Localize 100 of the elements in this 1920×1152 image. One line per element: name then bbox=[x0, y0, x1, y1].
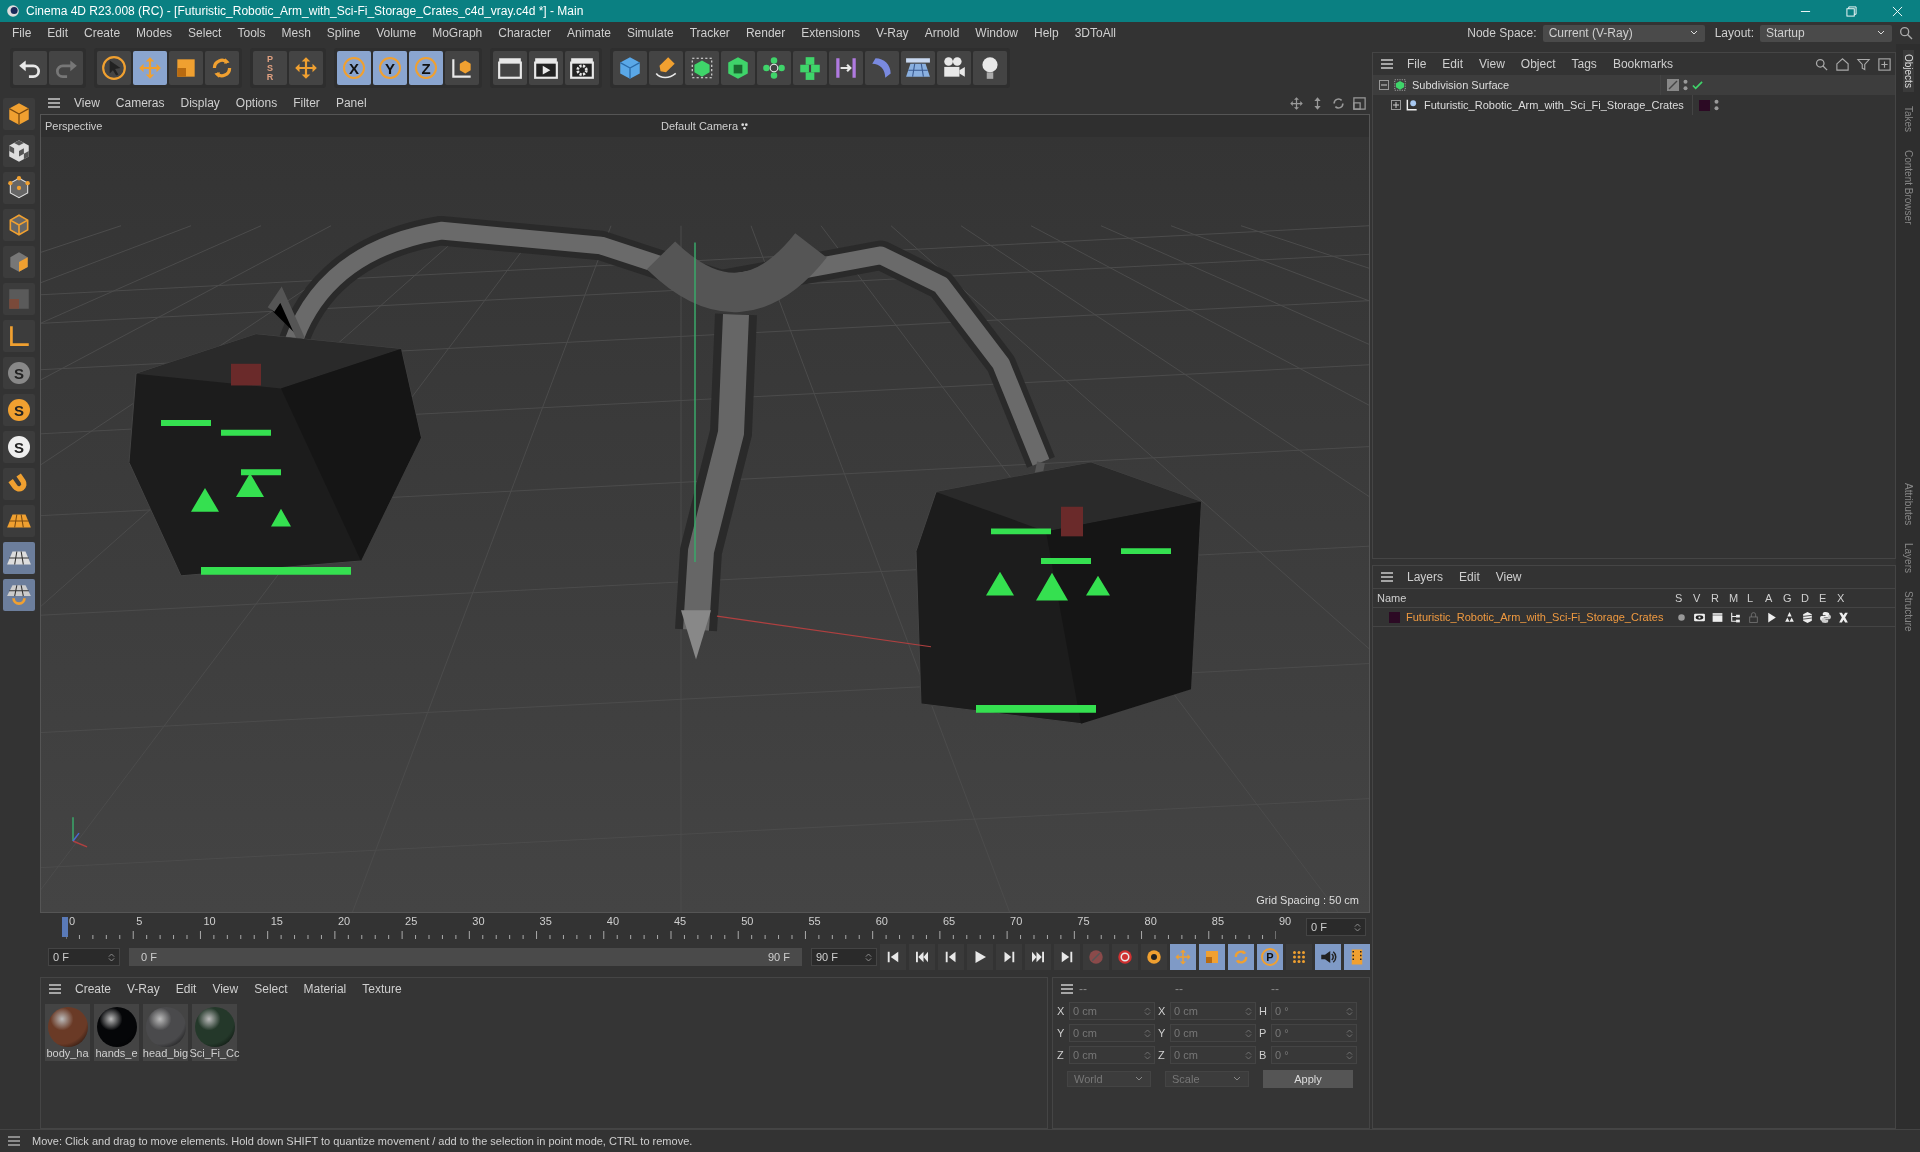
render-view-button[interactable] bbox=[493, 51, 527, 85]
clapper-icon[interactable] bbox=[1711, 610, 1724, 624]
material-menu-item[interactable]: Material bbox=[295, 982, 355, 996]
layers-menu-item[interactable]: Layers bbox=[1399, 570, 1452, 584]
material-menu-item[interactable]: Create bbox=[67, 982, 120, 996]
camera-button[interactable] bbox=[937, 51, 971, 85]
side-tab[interactable]: Objects bbox=[1902, 50, 1914, 92]
end-frame-field[interactable]: 90 F bbox=[811, 948, 877, 966]
menu-icon[interactable] bbox=[1379, 569, 1395, 585]
objects-menu-item[interactable]: Bookmarks bbox=[1604, 57, 1681, 71]
start-frame-field[interactable]: 0 F bbox=[48, 948, 120, 966]
rotate-button[interactable] bbox=[205, 51, 239, 85]
viewport[interactable]: Perspective Default Camera Grid Spacing : 50 cm bbox=[40, 114, 1370, 913]
magnet-tool-button[interactable] bbox=[3, 468, 35, 500]
model-tool-button[interactable] bbox=[3, 98, 35, 130]
menu-item[interactable]: Render bbox=[737, 26, 794, 40]
menu-item[interactable]: Mesh bbox=[273, 26, 319, 40]
workplane-tool-button[interactable] bbox=[3, 505, 35, 537]
menu-item[interactable]: Animate bbox=[558, 26, 619, 40]
objects-menu-item[interactable]: Object bbox=[1512, 57, 1564, 71]
search-icon[interactable] bbox=[1898, 25, 1914, 41]
material-swatch[interactable] bbox=[47, 1007, 88, 1047]
menu-item[interactable]: Simulate bbox=[618, 26, 682, 40]
polygons-tool-button[interactable] bbox=[3, 246, 35, 278]
array-button[interactable] bbox=[757, 51, 791, 85]
param-button[interactable]: P bbox=[1257, 944, 1283, 970]
maximize-icon[interactable] bbox=[1352, 95, 1367, 111]
rotate-icon[interactable] bbox=[1331, 95, 1346, 111]
generator-icon[interactable] bbox=[1783, 610, 1796, 624]
next-frame-button[interactable] bbox=[996, 944, 1022, 970]
menu-item[interactable]: Tracker bbox=[681, 26, 738, 40]
viewport-menu-item[interactable]: Cameras bbox=[107, 96, 173, 110]
check-icon[interactable] bbox=[1692, 79, 1703, 91]
menu-icon[interactable] bbox=[46, 95, 62, 111]
new-window-icon[interactable] bbox=[1877, 56, 1892, 72]
viewport-menu-item[interactable]: Panel bbox=[327, 96, 375, 110]
play-icon[interactable] bbox=[1765, 610, 1778, 624]
menu-icon[interactable] bbox=[1059, 981, 1075, 997]
menu-item[interactable]: Tools bbox=[229, 26, 274, 40]
menu-icon[interactable] bbox=[1379, 56, 1395, 72]
frame-range-slider[interactable]: 0 F 90 F bbox=[129, 948, 802, 966]
menu-item[interactable]: Help bbox=[1026, 26, 1067, 40]
visibility-dots-icon[interactable] bbox=[1683, 79, 1688, 91]
coord-button[interactable] bbox=[445, 51, 479, 85]
side-tab[interactable]: Structure bbox=[1902, 586, 1914, 636]
visibility-dots-icon[interactable] bbox=[1713, 99, 1719, 111]
sound-button[interactable] bbox=[1315, 944, 1341, 970]
select-button[interactable] bbox=[97, 51, 131, 85]
menu-item[interactable]: Select bbox=[180, 26, 230, 40]
menu-item[interactable]: MoGraph bbox=[424, 26, 491, 40]
viewport-menu-item[interactable]: Filter bbox=[285, 96, 328, 110]
menu-icon[interactable] bbox=[47, 981, 63, 997]
menu-item[interactable]: Arnold bbox=[916, 26, 968, 40]
layer-color-swatch[interactable] bbox=[1698, 99, 1710, 111]
material-swatch[interactable] bbox=[96, 1007, 137, 1047]
house-icon[interactable] bbox=[1835, 56, 1850, 72]
render-button[interactable] bbox=[529, 51, 563, 85]
node-space-dropdown[interactable]: Current (V-Ray) bbox=[1542, 24, 1705, 42]
object-name[interactable]: Futuristic_Robotic_Arm_with_Sci_Fi_Storage_Crates bbox=[1424, 99, 1692, 111]
axis-button[interactable]: Z bbox=[409, 51, 443, 85]
material-menu-item[interactable]: View bbox=[204, 982, 247, 996]
side-tab[interactable]: Layers bbox=[1902, 538, 1914, 577]
floor-button[interactable] bbox=[901, 51, 935, 85]
grid-tool-button[interactable] bbox=[3, 542, 35, 574]
hierarchy-icon[interactable] bbox=[1729, 610, 1742, 624]
material-swatch[interactable] bbox=[145, 1007, 186, 1047]
python-icon[interactable] bbox=[1819, 610, 1832, 624]
menu-item[interactable]: File bbox=[4, 26, 40, 40]
go-end-button[interactable] bbox=[1054, 944, 1080, 970]
search-icon[interactable] bbox=[1814, 56, 1829, 72]
play-button[interactable] bbox=[967, 944, 993, 970]
material-menu-item[interactable]: Texture bbox=[354, 982, 410, 996]
material-menu-item[interactable]: Select bbox=[246, 982, 296, 996]
autokey-button[interactable] bbox=[1112, 944, 1138, 970]
keyframe-button[interactable] bbox=[1141, 944, 1167, 970]
material-menu-item[interactable]: Edit bbox=[167, 982, 205, 996]
snap-on-tool-button[interactable]: S bbox=[3, 394, 35, 426]
objects-menu-item[interactable]: View bbox=[1471, 57, 1513, 71]
filter-icon[interactable] bbox=[1856, 56, 1871, 72]
symmetry-button[interactable] bbox=[829, 51, 863, 85]
axis-button[interactable]: Y bbox=[373, 51, 407, 85]
playhead-handle[interactable] bbox=[62, 917, 68, 937]
timeline-ruler[interactable]: 0 5 10 15 20 25 30 35 40 45 50 55 60 65 70 75 80 85 90 bbox=[58, 915, 1296, 939]
layers-menu-item[interactable]: View bbox=[1487, 570, 1530, 584]
cloner-button[interactable] bbox=[793, 51, 827, 85]
move-arrows-icon[interactable] bbox=[1289, 95, 1304, 111]
layout-dropdown[interactable]: Startup bbox=[1760, 24, 1892, 42]
menu-item[interactable]: Create bbox=[76, 26, 129, 40]
texture-tool-button[interactable] bbox=[3, 135, 35, 167]
menu-item[interactable]: Edit bbox=[39, 26, 77, 40]
collapse-toggle-icon[interactable] bbox=[1379, 80, 1389, 90]
side-tab[interactable]: Takes bbox=[1902, 101, 1914, 137]
snap-solid-tool-button[interactable]: S bbox=[3, 431, 35, 463]
current-frame-field[interactable]: 0 F bbox=[1306, 918, 1366, 936]
prev-frame-button[interactable] bbox=[938, 944, 964, 970]
expand-toggle-icon[interactable] bbox=[1391, 100, 1401, 110]
menu-item[interactable]: Spline bbox=[318, 26, 369, 40]
scale-button[interactable] bbox=[169, 51, 203, 85]
axis-button[interactable]: X bbox=[337, 51, 371, 85]
layers-menu-item[interactable]: Edit bbox=[1451, 570, 1488, 584]
